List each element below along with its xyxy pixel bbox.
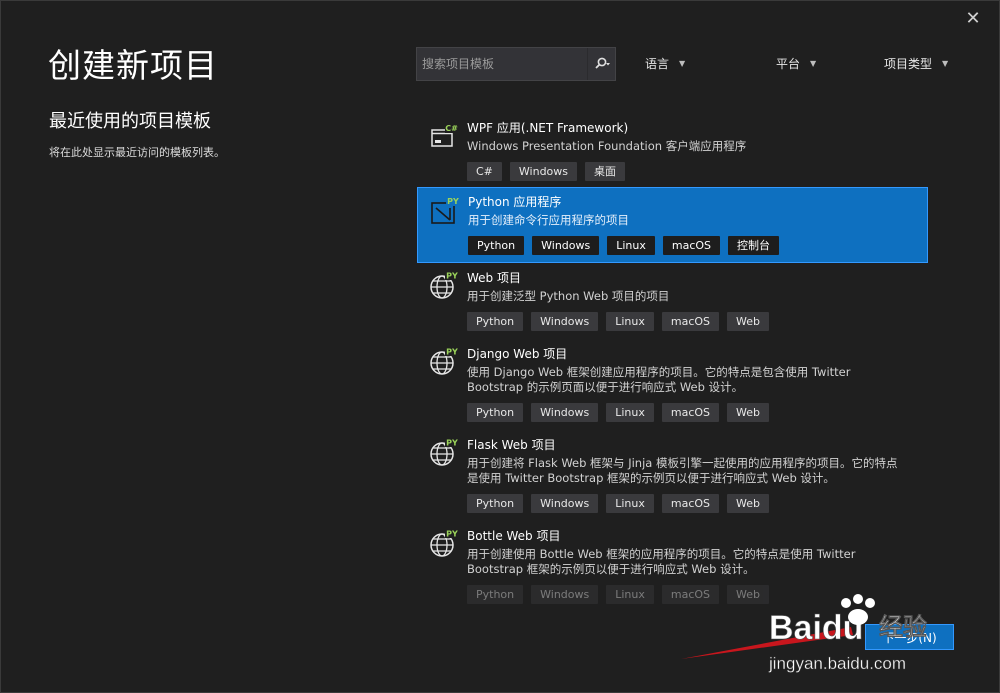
tag: Linux (606, 403, 654, 422)
tag: Python (467, 494, 524, 513)
platform-filter-label: 平台 (776, 57, 801, 71)
template-tags: Python Windows Linux macOS 控制台 (468, 236, 927, 255)
tag: 控制台 (728, 236, 780, 255)
tag: Web (727, 312, 770, 331)
template-description: 用于创建将 Flask Web 框架与 Jinja 模板引擎一起使用的应用程序的… (467, 456, 898, 485)
python-app-icon: PY (430, 196, 460, 226)
template-description: Windows Presentation Foundation 客户端应用程序 (467, 139, 747, 153)
template-item-bottle[interactable]: PY Bottle Web 项目 用于创建使用 Bottle Web 框架的应用… (417, 521, 928, 606)
watermark-brand: Baidu (769, 609, 863, 647)
globe-icon: PY (429, 529, 459, 559)
tag: 桌面 (585, 162, 626, 181)
tag: Python (468, 236, 525, 255)
project-type-filter-label: 项目类型 (884, 57, 933, 71)
tag: Python (467, 585, 524, 604)
template-name: Django Web 项目 (467, 347, 568, 361)
language-filter-dropdown[interactable]: 语言 ▼ (645, 55, 685, 72)
language-filter-label: 语言 (645, 57, 670, 71)
next-button[interactable]: 下一步(N) (865, 624, 954, 650)
page-title: 创建新项目 (48, 46, 218, 85)
globe-icon: PY (429, 347, 459, 377)
template-tags: Python Windows Linux macOS Web (467, 585, 928, 604)
tag: Linux (606, 494, 654, 513)
tag: macOS (661, 585, 720, 604)
tag: macOS (661, 403, 720, 422)
watermark-url: jingyan.baidu.com (768, 654, 906, 673)
watermark-arrow (681, 627, 853, 659)
chevron-down-icon: ▼ (942, 59, 949, 68)
tag: macOS (662, 236, 721, 255)
tag: Windows (509, 162, 578, 181)
template-description: 用于创建泛型 Python Web 项目的项目 (467, 289, 670, 303)
template-list: C# WPF 应用(.NET Framework) Windows Presen… (417, 114, 928, 606)
tag: Windows (532, 236, 600, 255)
tag: Linux (606, 585, 654, 604)
close-icon[interactable]: ✕ (963, 9, 983, 29)
tag: Python (467, 312, 524, 331)
template-name: Web 项目 (467, 271, 521, 285)
tag: C# (467, 162, 502, 181)
recent-templates-heading: 最近使用的项目模板 (49, 111, 211, 132)
tag: Web (727, 403, 770, 422)
svg-text:PY: PY (446, 439, 458, 448)
tag: Windows (531, 403, 599, 422)
tag: Windows (531, 312, 599, 331)
template-name: Python 应用程序 (468, 195, 562, 209)
svg-text:PY: PY (446, 272, 458, 281)
template-tags: Python Windows Linux macOS Web (467, 494, 928, 513)
tag: Python (467, 403, 524, 422)
tag: Linux (606, 312, 654, 331)
svg-text:PY: PY (447, 197, 459, 206)
project-type-filter-dropdown[interactable]: 项目类型 ▼ (884, 55, 948, 72)
template-name: Flask Web 项目 (467, 438, 556, 452)
template-item-wpf[interactable]: C# WPF 应用(.NET Framework) Windows Presen… (417, 114, 928, 187)
chevron-down-icon: ▼ (810, 59, 817, 68)
svg-text:C#: C# (445, 124, 458, 133)
globe-icon: PY (429, 271, 459, 301)
tag: Web (727, 585, 770, 604)
template-item-django[interactable]: PY Django Web 项目 使用 Django Web 框架创建应用程序的… (417, 339, 928, 430)
search-icon[interactable] (587, 48, 615, 80)
template-tags: Python Windows Linux macOS Web (467, 403, 928, 422)
tag: macOS (661, 494, 720, 513)
tag: Windows (531, 585, 599, 604)
tag: Windows (531, 494, 599, 513)
template-name: Bottle Web 项目 (467, 529, 561, 543)
template-description: 用于创建使用 Bottle Web 框架的应用程序的项目。它的特点是使用 Twi… (467, 547, 856, 576)
svg-text:PY: PY (446, 530, 458, 539)
tag: Linux (607, 236, 655, 255)
create-project-dialog: ✕ 创建新项目 最近使用的项目模板 将在此处显示最近访问的模板列表。 语言 ▼ … (0, 0, 1000, 693)
recent-templates-description: 将在此处显示最近访问的模板列表。 (49, 146, 225, 159)
tag: macOS (661, 312, 720, 331)
template-item-flask[interactable]: PY Flask Web 项目 用于创建将 Flask Web 框架与 Jinj… (417, 430, 928, 521)
template-description: 用于创建命令行应用程序的项目 (468, 213, 629, 227)
wpf-app-icon: C# (429, 122, 459, 152)
template-item-web-project[interactable]: PY Web 项目 用于创建泛型 Python Web 项目的项目 Python… (417, 263, 928, 339)
globe-icon: PY (429, 438, 459, 468)
svg-text:PY: PY (446, 348, 458, 357)
template-name: WPF 应用(.NET Framework) (467, 121, 629, 135)
template-description: 使用 Django Web 框架创建应用程序的项目。它的特点是包含使用 Twit… (467, 365, 851, 394)
platform-filter-dropdown[interactable]: 平台 ▼ (776, 55, 816, 72)
search-input[interactable] (417, 48, 587, 80)
template-item-python-app[interactable]: PY Python 应用程序 用于创建命令行应用程序的项目 Python Win… (417, 187, 928, 263)
template-tags: Python Windows Linux macOS Web (467, 312, 928, 331)
search-box (416, 47, 616, 81)
template-tags: C# Windows 桌面 (467, 162, 928, 181)
chevron-down-icon: ▼ (679, 59, 686, 68)
tag: Web (727, 494, 770, 513)
